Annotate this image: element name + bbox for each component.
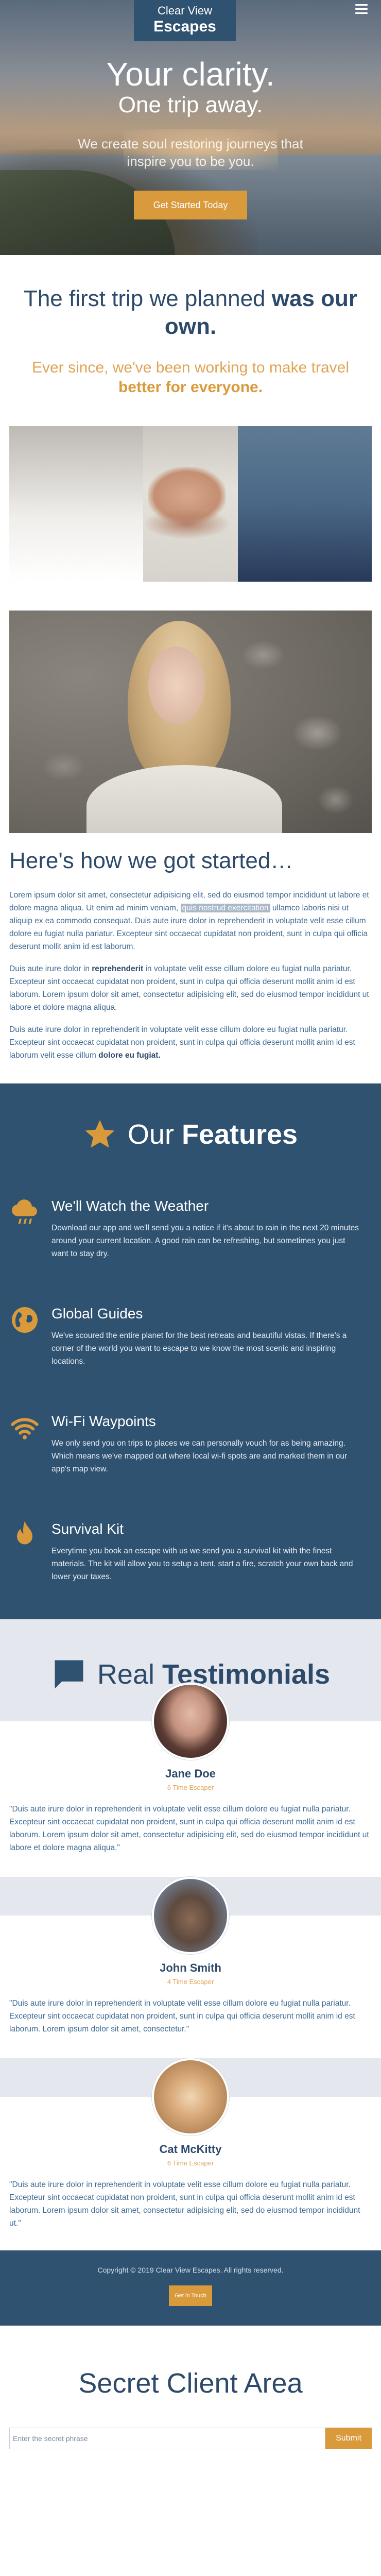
photo-face xyxy=(148,647,205,724)
story-paragraph-1: Lorem ipsum dolor sit amet, consectetur … xyxy=(9,889,372,953)
intro-section: The first trip we planned was our own. E… xyxy=(0,255,381,418)
avatar xyxy=(152,2058,229,2136)
testimonial-quote: "Duis aute irure dolor in reprehenderit … xyxy=(9,1805,369,1852)
testimonial-card: Jane Doe 6 Time Escaper "Duis aute irure… xyxy=(0,1683,381,1854)
testimonial-quote: "Duis aute irure dolor in reprehenderit … xyxy=(9,2180,360,2228)
secret-heading: Secret Client Area xyxy=(78,2368,303,2399)
feature-title: Global Guides xyxy=(51,1306,143,1321)
secret-client-area: Secret Client Area Submit xyxy=(0,2326,381,2460)
hero-tagline: We create soul restoring journeys that i… xyxy=(78,136,303,169)
feature-title: We'll Watch the Weather xyxy=(51,1198,209,1214)
intro-tagline: Ever since, we've been working to make t… xyxy=(21,358,360,397)
holding-hands-photo xyxy=(9,426,372,582)
site-footer: Copyright © 2019 Clear View Escapes. All… xyxy=(0,2250,381,2326)
features-heading-bold: Features xyxy=(181,1119,298,1150)
hamburger-menu-icon[interactable] xyxy=(355,4,368,14)
globe-icon xyxy=(12,1307,38,1333)
features-heading: Our Features xyxy=(0,1116,381,1153)
hero-subtitle: One trip away. xyxy=(118,92,263,117)
testimonials-section: Real Testimonials Jane Doe 6 Time Escape… xyxy=(0,1619,381,2230)
logo-line1: Clear View xyxy=(158,4,212,17)
intro-heading-plain: The first trip we planned xyxy=(23,286,272,311)
feature-title: Survival Kit xyxy=(51,1521,124,1537)
story-p3-text: Duis aute irure dolor in reprehenderit i… xyxy=(9,1025,355,1060)
features-heading-text: Our Features xyxy=(128,1118,298,1150)
testimonial-role: 6 Time Escaper xyxy=(167,2159,214,2167)
intro-tagline-plain: Ever since, we've been working to make t… xyxy=(31,359,349,376)
story-p2-bold: reprehenderit xyxy=(92,964,144,973)
logo-line2: Escapes xyxy=(153,18,216,35)
avatar xyxy=(152,1683,229,1760)
story-paragraph-3: Duis aute irure dolor in reprehenderit i… xyxy=(9,1023,372,1062)
testimonial-card: Cat McKitty 6 Time Escaper "Duis aute ir… xyxy=(0,2058,381,2230)
feature-description: Everytime you book an escape with us we … xyxy=(51,1547,353,1581)
feature-item: Survival Kit Everytime you book an escap… xyxy=(0,1520,381,1583)
feature-title: Wi-Fi Waypoints xyxy=(51,1413,156,1429)
woman-portrait-photo xyxy=(9,611,372,833)
secret-form: Submit xyxy=(9,2428,372,2449)
features-section: Our Features We'll Watch the Weather Dow… xyxy=(0,1083,381,1619)
get-in-touch-button[interactable]: Get in Touch xyxy=(169,2285,212,2306)
testimonial-role: 4 Time Escaper xyxy=(167,1978,214,1986)
story-p3-bold: dolore eu fugiat. xyxy=(98,1051,161,1060)
testimonial-quote: "Duis aute irure dolor in reprehenderit … xyxy=(9,1999,355,2033)
feature-description: Download our app and we'll send you a no… xyxy=(51,1224,359,1258)
photo-person-right xyxy=(238,426,372,582)
intro-heading: The first trip we planned was our own. xyxy=(21,285,360,341)
secret-phrase-input[interactable] xyxy=(9,2428,325,2449)
testimonial-card: John Smith 4 Time Escaper "Duis aute iru… xyxy=(0,1877,381,2036)
story-heading: Here's how we got started… xyxy=(9,848,293,873)
site-logo[interactable]: Clear View Escapes xyxy=(134,0,236,41)
story-section: Here's how we got started… Lorem ipsum d… xyxy=(0,833,381,1083)
testimonial-name: Cat McKitty xyxy=(159,2143,222,2156)
intro-tagline-bold: better for everyone. xyxy=(118,379,263,396)
story-paragraph-2: Duis aute irure dolor in reprehenderit i… xyxy=(9,962,372,1014)
feature-description: We only send you on trips to places we c… xyxy=(51,1439,348,1473)
submit-button[interactable]: Submit xyxy=(325,2428,372,2449)
wifi-icon xyxy=(11,1418,39,1439)
feature-description: We've scoured the entire planet for the … xyxy=(51,1331,347,1366)
star-icon xyxy=(85,1120,115,1148)
feature-item: Global Guides We've scoured the entire p… xyxy=(0,1304,381,1368)
flame-icon xyxy=(17,1521,32,1545)
avatar xyxy=(152,1877,229,1954)
feature-item: Wi-Fi Waypoints We only send you on trip… xyxy=(0,1412,381,1476)
testimonial-name: John Smith xyxy=(160,1961,221,1974)
story-p2-text: Duis aute irure dolor in xyxy=(9,964,92,973)
photo-person-left xyxy=(9,426,143,582)
hero-title: Your clarity. xyxy=(106,56,275,93)
photo-hands-shadow xyxy=(143,509,231,539)
copyright-text: Copyright © 2019 Clear View Escapes. All… xyxy=(97,2266,284,2274)
features-heading-plain: Our xyxy=(127,1119,182,1150)
hero-section: Clear View Escapes Your clarity. One tri… xyxy=(0,0,381,255)
story-p1-highlight: quis nostrud exercitation xyxy=(180,904,270,912)
testimonial-role: 6 Time Escaper xyxy=(167,1784,214,1791)
weather-cloud-icon xyxy=(12,1199,37,1224)
testimonial-name: Jane Doe xyxy=(165,1767,216,1780)
feature-item: We'll Watch the Weather Download our app… xyxy=(0,1197,381,1260)
get-started-button[interactable]: Get Started Today xyxy=(134,191,247,219)
